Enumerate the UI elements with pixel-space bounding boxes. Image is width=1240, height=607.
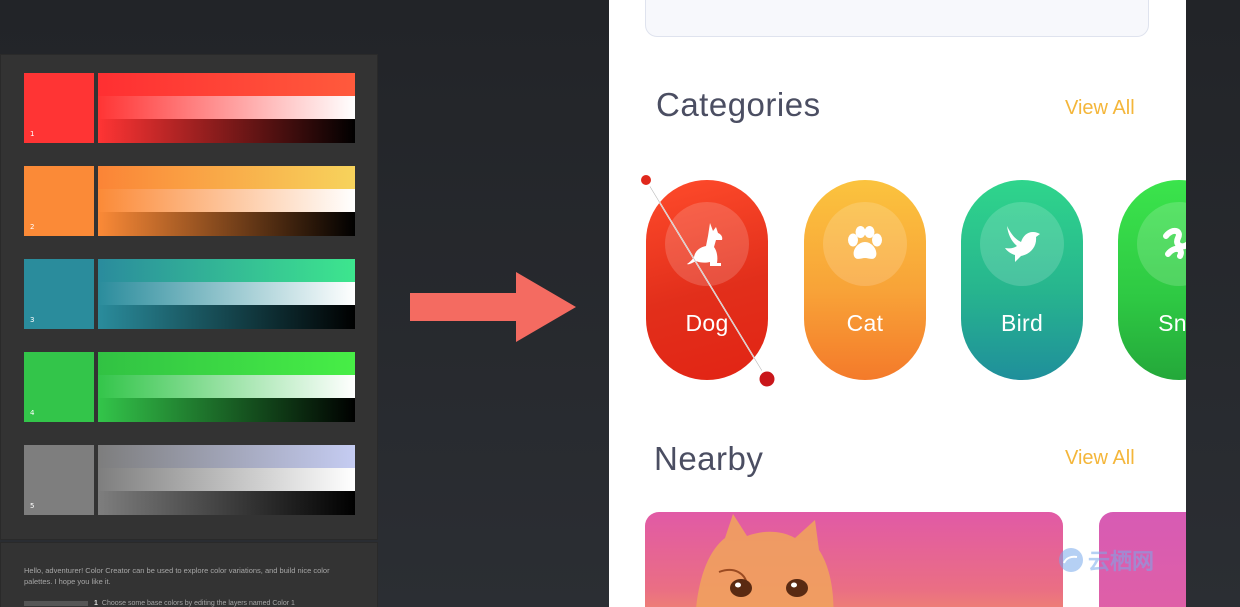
app-screen: Categories View All Dog Cat Bird Sn Near…: [609, 0, 1186, 607]
color-swatch[interactable]: 4: [24, 352, 94, 422]
icon-circle: [665, 202, 749, 286]
icon-circle: [823, 202, 907, 286]
palette-row-1[interactable]: 1: [24, 73, 355, 144]
hue-gradient: [98, 352, 355, 375]
cloud-logo-icon: [1059, 548, 1083, 572]
tint-gradient: [98, 96, 355, 119]
snake-icon: [1163, 228, 1186, 259]
color-swatch[interactable]: 1: [24, 73, 94, 143]
swatch-number: 4: [30, 409, 35, 417]
category-label: Sna: [1158, 310, 1186, 336]
nearby-title: Nearby: [654, 440, 764, 477]
gradient-end-handle: [757, 369, 777, 389]
icon-circle: [1137, 202, 1186, 286]
categories-view-all-link[interactable]: View All: [1065, 97, 1135, 120]
categories-title: Categories: [656, 86, 821, 123]
category-label: Bird: [1000, 310, 1044, 336]
shade-gradient: [98, 119, 355, 143]
hue-gradient: [98, 73, 355, 96]
color-swatch[interactable]: 3: [24, 259, 94, 329]
arrow-right-icon: [410, 272, 576, 342]
step-bar: [24, 600, 88, 606]
shade-gradient: [98, 212, 355, 236]
tint-gradient: [98, 468, 355, 491]
nearby-view-all-link[interactable]: View All: [1065, 447, 1135, 470]
instructions-artboard: Hello, adventurer! Color Creator can be …: [0, 542, 378, 607]
category-label: Cat: [846, 310, 884, 336]
instruction-step: 1 Choose some base colors by editing the …: [24, 600, 344, 607]
hue-gradient: [98, 259, 355, 282]
search-box[interactable]: [645, 0, 1149, 37]
tint-gradient: [98, 189, 355, 212]
gradient-start-handle: [638, 172, 654, 188]
swatch-number: 2: [30, 223, 35, 231]
shade-gradient: [98, 305, 355, 329]
tint-gradient: [98, 375, 355, 398]
kitten-image: [696, 514, 834, 607]
shade-gradient: [98, 491, 355, 515]
palette-row-5[interactable]: 5: [24, 445, 355, 516]
swatch-number: 3: [30, 316, 35, 324]
shade-gradient: [98, 398, 355, 422]
swatch-number: 1: [30, 130, 35, 138]
bird-icon: [1005, 226, 1040, 262]
step-index: 1: [94, 600, 98, 607]
color-swatch[interactable]: 5: [24, 445, 94, 515]
step-text: Choose some base colors by editing the l…: [101, 600, 295, 607]
color-swatch[interactable]: 2: [24, 166, 94, 236]
paw-icon: [848, 226, 882, 259]
watermark: 云栖网: [1058, 544, 1154, 576]
intro-text: Hello, adventurer! Color Creator can be …: [24, 566, 330, 586]
category-label: Dog: [685, 310, 729, 336]
category-card-bird[interactable]: Bird: [961, 180, 1083, 380]
hue-gradient: [98, 166, 355, 189]
category-card-dog[interactable]: Dog: [646, 180, 768, 380]
palette-row-2[interactable]: 2: [24, 166, 355, 237]
hue-gradient: [98, 445, 355, 468]
category-card-snake[interactable]: Sna: [1118, 180, 1186, 380]
palette-row-4[interactable]: 4: [24, 352, 355, 423]
palette-row-3[interactable]: 3: [24, 259, 355, 330]
tint-gradient: [98, 282, 355, 305]
icon-circle: [980, 202, 1064, 286]
swatch-number: 5: [30, 502, 35, 510]
color-creator-artboard: 1 2 3 4 5: [0, 54, 378, 540]
nearby-card-cat-photo[interactable]: [645, 512, 1063, 607]
watermark-text: 云栖网: [1088, 549, 1155, 574]
dog-icon: [687, 223, 723, 266]
category-card-cat[interactable]: Cat: [804, 180, 926, 380]
